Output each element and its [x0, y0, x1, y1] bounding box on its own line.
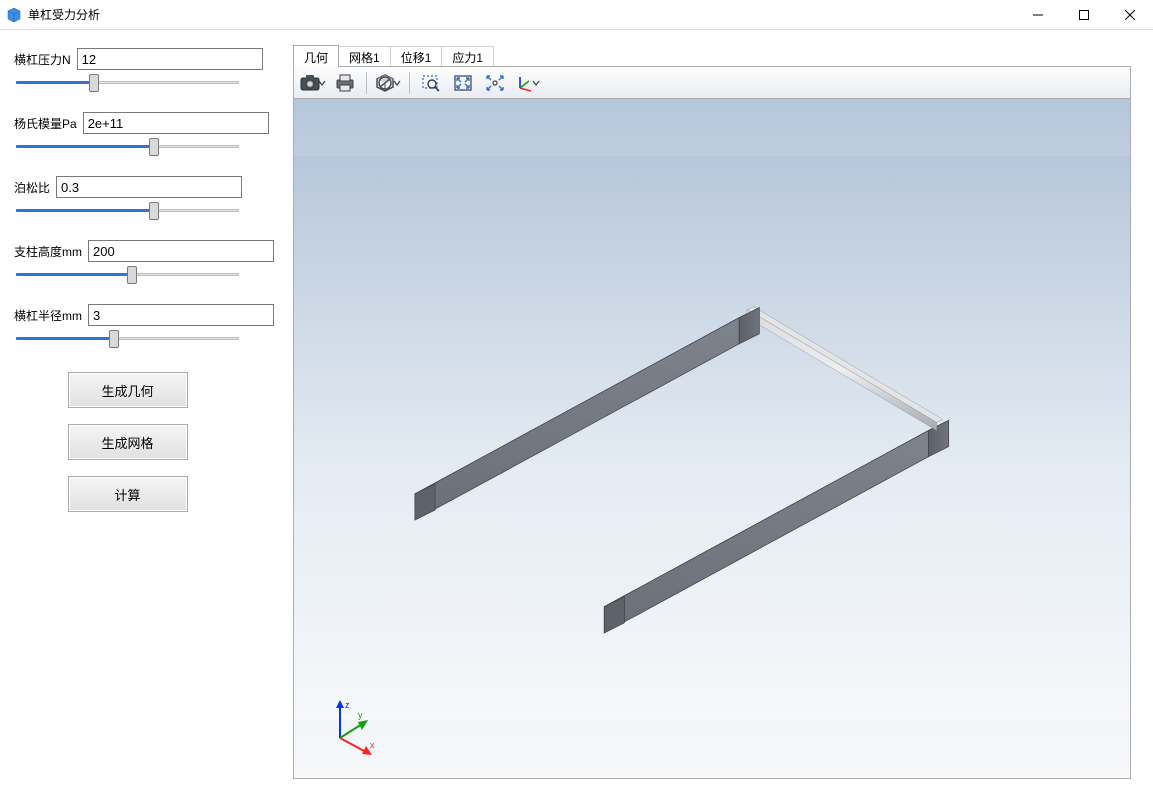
param-slider[interactable] [16, 138, 239, 156]
param-2: 泊松比 [14, 176, 241, 220]
param-4: 横杠半径mm [14, 304, 241, 348]
model-render-clean [294, 99, 1130, 778]
param-3: 支柱高度mm [14, 240, 241, 284]
camera-icon[interactable] [298, 70, 328, 96]
param-slider[interactable] [16, 202, 239, 220]
tab-3[interactable]: 应力1 [441, 46, 494, 66]
action-button-0[interactable]: 生成几何 [68, 372, 188, 408]
action-button-1[interactable]: 生成网格 [68, 424, 188, 460]
svg-text:y: y [358, 710, 363, 720]
tab-2[interactable]: 位移1 [390, 46, 443, 66]
param-slider[interactable] [16, 74, 239, 92]
zoom-fit-icon[interactable] [480, 70, 510, 96]
window-title: 单杠受力分析 [28, 6, 1015, 23]
param-0: 横杠压力N [14, 48, 241, 92]
tab-0[interactable]: 几何 [293, 45, 339, 67]
toolbar-separator [409, 72, 410, 94]
zoom-select-icon[interactable] [416, 70, 446, 96]
param-label: 支柱高度mm [14, 243, 82, 260]
main-area: 几何网格1位移1应力1 [265, 30, 1153, 793]
viewport-3d[interactable]: z x y [294, 99, 1130, 778]
axis-gizmo: z x y [320, 696, 380, 756]
tab-panel: z x y [293, 66, 1131, 779]
param-input[interactable] [56, 176, 242, 198]
param-label: 泊松比 [14, 179, 50, 196]
sidebar: 横杠压力N 杨氏模量Pa 泊松比 支柱高度mm [0, 30, 265, 793]
param-1: 杨氏模量Pa [14, 112, 241, 156]
zoom-extents-icon[interactable] [448, 70, 478, 96]
param-label: 横杠半径mm [14, 307, 82, 324]
param-label: 横杠压力N [14, 51, 71, 68]
param-slider[interactable] [16, 330, 239, 348]
param-input[interactable] [88, 304, 274, 326]
action-button-2[interactable]: 计算 [68, 476, 188, 512]
toolbar-separator [366, 72, 367, 94]
close-button[interactable] [1107, 0, 1153, 29]
app-icon [6, 7, 22, 23]
tabs: 几何网格1位移1应力1 [293, 44, 1131, 66]
param-label: 杨氏模量Pa [14, 115, 77, 132]
param-input[interactable] [77, 48, 263, 70]
tab-1[interactable]: 网格1 [338, 46, 391, 66]
param-input[interactable] [88, 240, 274, 262]
print-icon[interactable] [330, 70, 360, 96]
param-slider[interactable] [16, 266, 239, 284]
transparency-icon[interactable] [373, 70, 403, 96]
maximize-button[interactable] [1061, 0, 1107, 29]
param-input[interactable] [83, 112, 269, 134]
titlebar: 单杠受力分析 [0, 0, 1153, 30]
viewport-toolbar [294, 67, 1130, 99]
svg-text:x: x [370, 740, 375, 750]
svg-text:z: z [345, 700, 350, 710]
axes-icon[interactable] [512, 70, 542, 96]
minimize-button[interactable] [1015, 0, 1061, 29]
window-controls [1015, 0, 1153, 29]
